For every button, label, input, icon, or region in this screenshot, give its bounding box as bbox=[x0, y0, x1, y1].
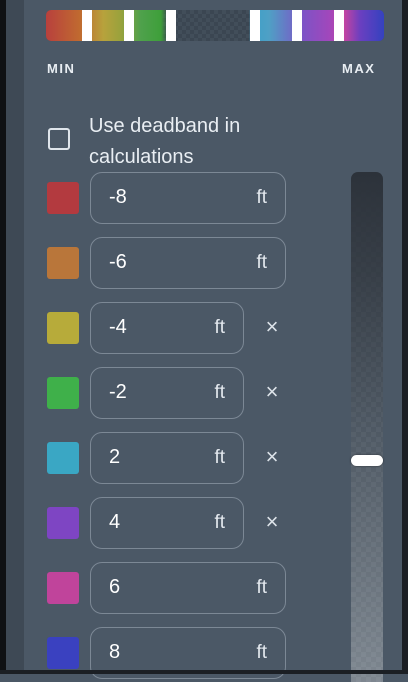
threshold-value[interactable]: -6 bbox=[109, 251, 127, 274]
deadband-label[interactable]: Use deadband in calculations bbox=[89, 111, 289, 173]
remove-threshold-button[interactable]: × bbox=[262, 379, 282, 405]
threshold-row: 4 ft × bbox=[0, 497, 340, 551]
color-swatch[interactable] bbox=[47, 182, 79, 214]
unit-label: ft bbox=[256, 252, 267, 273]
threshold-value[interactable]: 6 bbox=[109, 576, 120, 599]
threshold-input[interactable]: 4 ft bbox=[90, 497, 244, 549]
color-swatch[interactable] bbox=[47, 507, 79, 539]
unit-label: ft bbox=[256, 642, 267, 663]
threshold-value[interactable]: 4 bbox=[109, 511, 120, 534]
threshold-value[interactable]: -4 bbox=[109, 316, 127, 339]
threshold-input[interactable]: -8 ft bbox=[90, 172, 286, 224]
threshold-row: -4 ft × bbox=[0, 302, 340, 356]
threshold-input[interactable]: 2 ft bbox=[90, 432, 244, 484]
unit-label: ft bbox=[256, 577, 267, 598]
ramp-handle[interactable] bbox=[250, 10, 260, 41]
threshold-value[interactable]: 2 bbox=[109, 446, 120, 469]
threshold-value[interactable]: 8 bbox=[109, 641, 120, 664]
threshold-input[interactable]: 6 ft bbox=[90, 562, 286, 614]
unit-label: ft bbox=[214, 382, 225, 403]
window-edge-right bbox=[402, 0, 408, 674]
unit-label: ft bbox=[214, 447, 225, 468]
ramp-handle[interactable] bbox=[292, 10, 302, 41]
unit-label: ft bbox=[256, 187, 267, 208]
min-label: MIN bbox=[47, 61, 76, 76]
threshold-input[interactable]: -6 ft bbox=[90, 237, 286, 289]
threshold-row: 2 ft × bbox=[0, 432, 340, 486]
threshold-row: -2 ft × bbox=[0, 367, 340, 421]
color-swatch[interactable] bbox=[47, 247, 79, 279]
threshold-input[interactable]: -2 ft bbox=[90, 367, 244, 419]
threshold-row: -6 ft bbox=[0, 237, 340, 291]
opacity-slider-track[interactable] bbox=[351, 172, 383, 682]
color-swatch[interactable] bbox=[47, 637, 79, 669]
deadband-checkbox[interactable] bbox=[48, 128, 70, 150]
ramp-handle[interactable] bbox=[82, 10, 92, 41]
color-swatch[interactable] bbox=[47, 572, 79, 604]
window-edge-bottom bbox=[0, 670, 408, 674]
threshold-row: 6 ft bbox=[0, 562, 340, 616]
ramp-handle[interactable] bbox=[166, 10, 176, 41]
remove-threshold-button[interactable]: × bbox=[262, 444, 282, 470]
threshold-value[interactable]: -8 bbox=[109, 186, 127, 209]
color-swatch[interactable] bbox=[47, 312, 79, 344]
threshold-input[interactable]: -4 ft bbox=[90, 302, 244, 354]
color-swatch[interactable] bbox=[47, 442, 79, 474]
threshold-row: -8 ft bbox=[0, 172, 340, 226]
unit-label: ft bbox=[214, 512, 225, 533]
threshold-value[interactable]: -2 bbox=[109, 381, 127, 404]
remove-threshold-button[interactable]: × bbox=[262, 314, 282, 340]
ramp-handle[interactable] bbox=[334, 10, 344, 41]
opacity-slider-thumb[interactable] bbox=[351, 455, 383, 466]
remove-threshold-button[interactable]: × bbox=[262, 509, 282, 535]
ramp-handle[interactable] bbox=[124, 10, 134, 41]
unit-label: ft bbox=[214, 317, 225, 338]
max-label: MAX bbox=[342, 61, 376, 76]
color-swatch[interactable] bbox=[47, 377, 79, 409]
